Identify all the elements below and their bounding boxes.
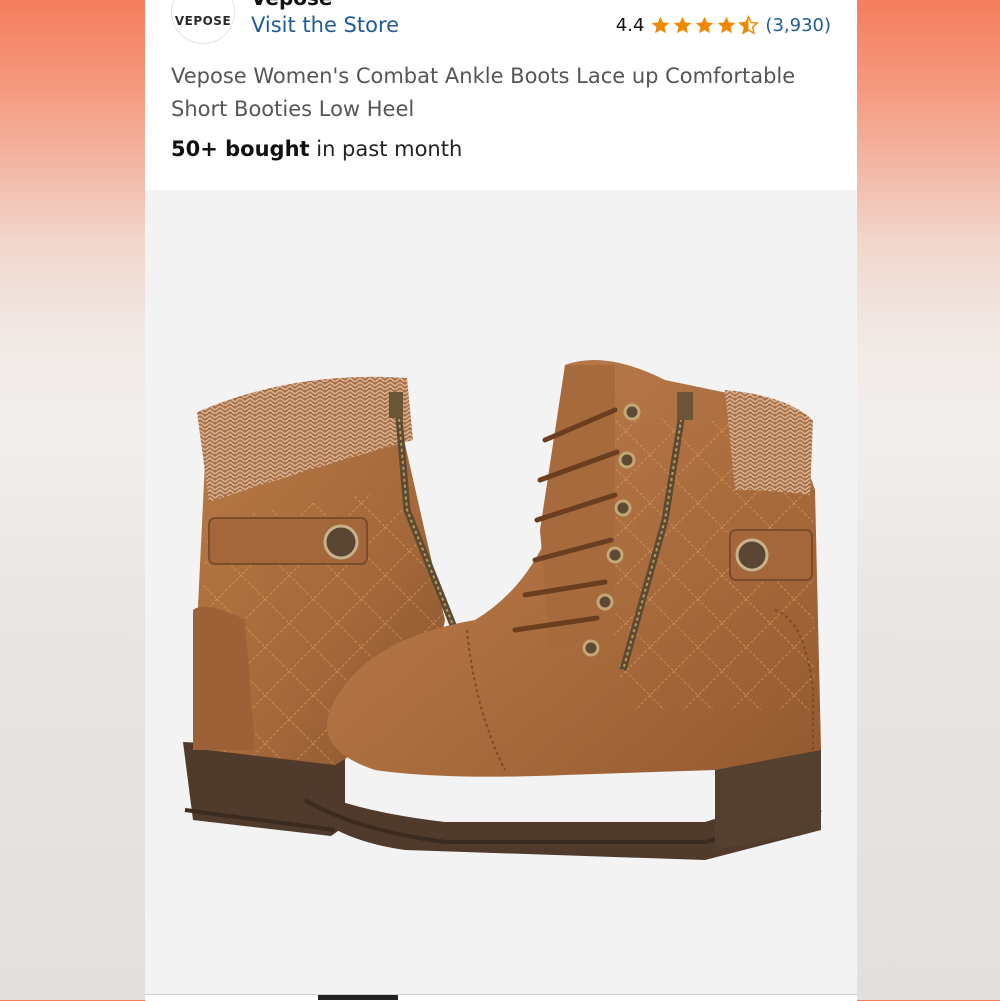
brand-logo[interactable]: VEPOSE <box>171 0 235 44</box>
brand-header: VEPOSE Vepose Visit the Store 4.4 (3,930… <box>145 0 857 46</box>
star-full-icon <box>652 16 670 34</box>
product-image[interactable] <box>145 190 857 996</box>
rating-value: 4.4 <box>615 15 645 36</box>
visit-store-link[interactable]: Visit the Store <box>251 13 399 37</box>
purchase-count-rest: in past month <box>309 137 463 161</box>
star-full-icon <box>674 16 692 34</box>
star-full-icon <box>696 16 714 34</box>
star-half-icon <box>738 15 760 35</box>
brand-logo-text: VEPOSE <box>174 14 232 28</box>
rating-summary[interactable]: 4.4 (3,930) <box>616 15 831 36</box>
review-count-link[interactable]: (3,930) <box>765 15 831 36</box>
star-full-icon <box>718 16 736 34</box>
product-title: Vepose Women's Combat Ankle Boots Lace u… <box>171 64 796 121</box>
product-card: VEPOSE Vepose Visit the Store 4.4 (3,930… <box>145 0 857 1001</box>
boots-illustration <box>183 360 822 860</box>
image-carousel-indicator[interactable] <box>318 995 398 1000</box>
star-rating <box>650 15 760 36</box>
background-right <box>855 0 1000 1000</box>
brand-name: Vepose <box>251 0 332 10</box>
background-left <box>0 0 145 1000</box>
purchase-count: 50+ bought in past month <box>171 137 462 161</box>
purchase-count-bold: 50+ bought <box>171 137 310 161</box>
